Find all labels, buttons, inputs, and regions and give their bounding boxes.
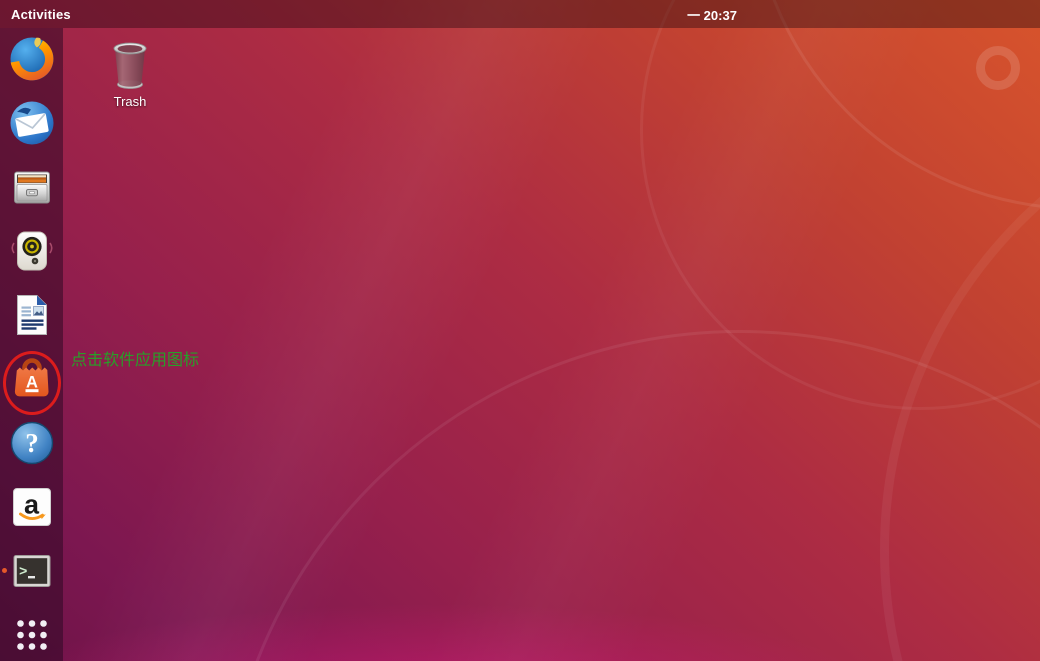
rhythmbox-icon — [8, 227, 56, 275]
wallpaper-circle-logo — [976, 46, 1020, 90]
dock-item-libreoffice-writer[interactable] — [8, 291, 56, 339]
wallpaper-ring — [750, 0, 1040, 210]
dock-item-show-applications[interactable] — [8, 611, 56, 659]
app-grid-icon — [8, 611, 56, 659]
files-icon — [8, 163, 56, 211]
svg-text:a: a — [23, 490, 39, 520]
help-icon: ? — [8, 419, 56, 467]
trash-label: Trash — [114, 94, 147, 109]
dock-item-terminal[interactable]: > — [8, 547, 56, 595]
svg-text:?: ? — [25, 428, 39, 458]
trash-icon — [108, 38, 152, 92]
activities-button[interactable]: Activities — [0, 0, 82, 28]
running-indicator-dot — [2, 568, 7, 573]
annotation-highlight-circle — [3, 351, 61, 415]
desktop-icon-trash[interactable]: Trash — [101, 38, 159, 109]
clock[interactable]: 一 20:37 — [687, 0, 737, 28]
dock-item-thunderbird[interactable] — [8, 99, 56, 147]
thunderbird-icon — [8, 99, 56, 147]
dock-item-amazon[interactable]: a — [8, 483, 56, 531]
wallpaper-ring — [880, 80, 1040, 661]
svg-text:>: > — [19, 565, 27, 581]
ubuntu-desktop: Activities 一 20:37 — [0, 0, 1040, 661]
annotation-text: 点击软件应用图标 — [71, 351, 199, 370]
wallpaper-ring — [220, 330, 1040, 661]
dock-item-files[interactable] — [8, 163, 56, 211]
wallpaper-ring — [640, 0, 1040, 410]
amazon-icon: a — [8, 483, 56, 531]
top-bar: Activities 一 20:37 — [0, 0, 1040, 28]
dock-item-rhythmbox[interactable] — [8, 227, 56, 275]
firefox-icon — [8, 35, 56, 83]
dock: A ? a — [0, 28, 63, 661]
libreoffice-writer-icon — [8, 291, 56, 339]
dock-item-firefox[interactable] — [8, 35, 56, 83]
terminal-icon: > — [8, 547, 56, 595]
dock-item-help[interactable]: ? — [8, 419, 56, 467]
